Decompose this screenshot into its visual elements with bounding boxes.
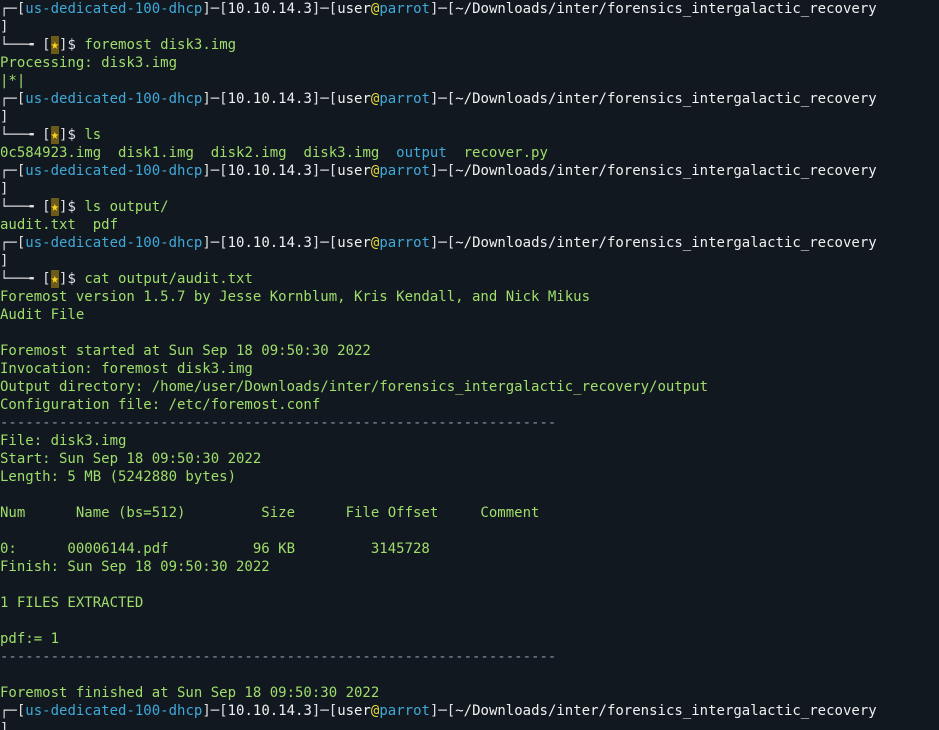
star-icon: ★ [50,126,60,144]
command-text: foremost disk3.img [84,37,237,53]
command-line: └──╼ [★]$ ls output/ [0,198,169,216]
ls-output-line: 0c584923.img disk1.img disk2.img disk3.i… [0,144,939,162]
prompt-line: ┌─[us-dedicated-100-dhcp]─[10.10.14.3]─[… [0,1,877,17]
output-line: |*| [0,73,26,89]
file-entry: 0c584923.img [0,145,102,161]
output-line: Foremost finished at Sun Sep 18 09:50:30… [0,685,380,701]
table-header: Num Name (bs=512) Size File Offset Comme… [0,505,540,521]
output-line: Start: Sun Sep 18 09:50:30 2022 [0,451,262,467]
command-text: ls output/ [84,199,169,215]
separator-line: ----------------------------------------… [0,415,557,431]
command-line: └──╼ [★]$ ls [0,126,102,144]
file-entry: disk3.img [303,145,380,161]
prompt-corner: ] [0,181,9,197]
table-row: 0: 00006144.pdf 96 KB 3145728 [0,541,430,557]
output-line: Audit File [0,307,85,323]
file-entry: disk2.img [210,145,287,161]
prompt-line: ┌─[us-dedicated-100-dhcp]─[10.10.14.3]─[… [0,703,877,719]
output-line: Foremost started at Sun Sep 18 09:50:30 … [0,343,371,359]
command-text: cat output/audit.txt [84,271,253,287]
prompt-line: ┌─[us-dedicated-100-dhcp]─[10.10.14.3]─[… [0,163,877,179]
prompt-corner: ] [0,109,9,125]
star-icon: ★ [50,36,60,54]
star-icon: ★ [50,270,60,288]
command-line: └──╼ [★]$ foremost disk3.img [0,36,237,54]
prompt-corner: ] [0,253,9,269]
output-line: Foremost version 1.5.7 by Jesse Kornblum… [0,289,591,305]
star-icon: ★ [50,198,60,216]
prompt-line: ┌─[us-dedicated-100-dhcp]─[10.10.14.3]─[… [0,235,877,251]
terminal-window[interactable]: ┌─[us-dedicated-100-dhcp]─[10.10.14.3]─[… [0,0,939,730]
output-line: Finish: Sun Sep 18 09:50:30 2022 [0,559,270,575]
file-entry: disk1.img [118,145,194,161]
prompt-corner: ] [0,19,9,35]
directory-entry: output [396,145,447,161]
output-line: audit.txt pdf [0,217,119,233]
separator-line: ----------------------------------------… [0,649,557,665]
command-text: ls [84,127,102,143]
file-entry: recover.py [463,145,548,161]
prompt-line: ┌─[us-dedicated-100-dhcp]─[10.10.14.3]─[… [0,91,877,107]
output-line: Invocation: foremost disk3.img [0,361,253,377]
output-line: Length: 5 MB (5242880 bytes) [0,469,237,485]
output-line: 1 FILES EXTRACTED [0,595,144,611]
prompt-corner: ] [0,721,9,730]
command-line: └──╼ [★]$ cat output/audit.txt [0,270,253,288]
output-line: Configuration file: /etc/foremost.conf [0,397,321,413]
output-line: Processing: disk3.img [0,55,178,71]
output-line: File: disk3.img [0,433,127,449]
output-line: Output directory: /home/user/Downloads/i… [0,379,709,395]
output-line: pdf:= 1 [0,631,60,647]
